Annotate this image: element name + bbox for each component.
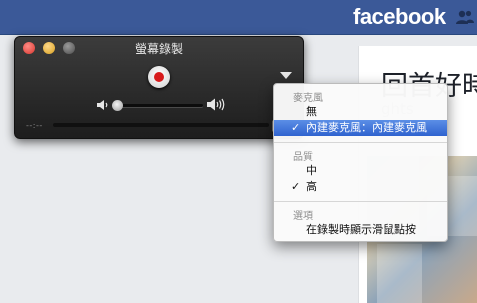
record-icon <box>154 72 164 82</box>
volume-slider-track[interactable] <box>113 104 203 107</box>
checkmark-icon: ✓ <box>291 180 301 193</box>
quality-header: 品質 <box>293 152 313 163</box>
options-header: 選項 <box>293 211 313 222</box>
menu-item-label: 高 <box>306 180 317 193</box>
speaker-low-icon <box>97 100 108 110</box>
window-title: 螢幕錄製 <box>134 42 183 56</box>
record-button[interactable] <box>148 66 170 88</box>
menu-item-show-mouse-clicks[interactable]: 在錄製時顯示滑鼠點按 <box>274 222 447 238</box>
facebook-header: facebook <box>0 0 477 35</box>
volume-slider-knob[interactable] <box>112 100 123 111</box>
checkmark-icon: ✓ <box>291 121 301 134</box>
menu-separator <box>274 142 447 143</box>
menu-item-mic-builtin[interactable]: ✓ 內建麥克風：內建麥克風 <box>274 120 447 136</box>
menu-item-label: 無 <box>306 105 317 118</box>
menu-item-quality-high[interactable]: ✓ 高 <box>274 179 447 195</box>
elapsed-time: --:-- <box>26 121 43 130</box>
progress-track <box>53 123 269 127</box>
menu-item-quality-medium[interactable]: 中 <box>274 163 447 179</box>
menu-item-mic-none[interactable]: 無 <box>274 104 447 120</box>
chevron-down-icon[interactable] <box>280 72 292 79</box>
friends-icon[interactable] <box>455 9 475 25</box>
menu-item-label: 在錄製時顯示滑鼠點按 <box>306 223 416 236</box>
screen-recording-window: 螢幕錄製 --:-- <box>14 36 304 139</box>
speaker-high-icon <box>207 98 225 111</box>
microphone-header: 麥克風 <box>293 93 323 104</box>
facebook-logo[interactable]: facebook <box>353 4 446 30</box>
menu-separator <box>274 201 447 202</box>
menu-item-label: 中 <box>306 164 317 177</box>
menu-item-label: 內建麥克風：內建麥克風 <box>306 121 427 134</box>
recording-options-menu: 麥克風 無 ✓ 內建麥克風：內建麥克風 品質 中 ✓ 高 選項 在錄製時顯示滑鼠… <box>273 83 448 242</box>
